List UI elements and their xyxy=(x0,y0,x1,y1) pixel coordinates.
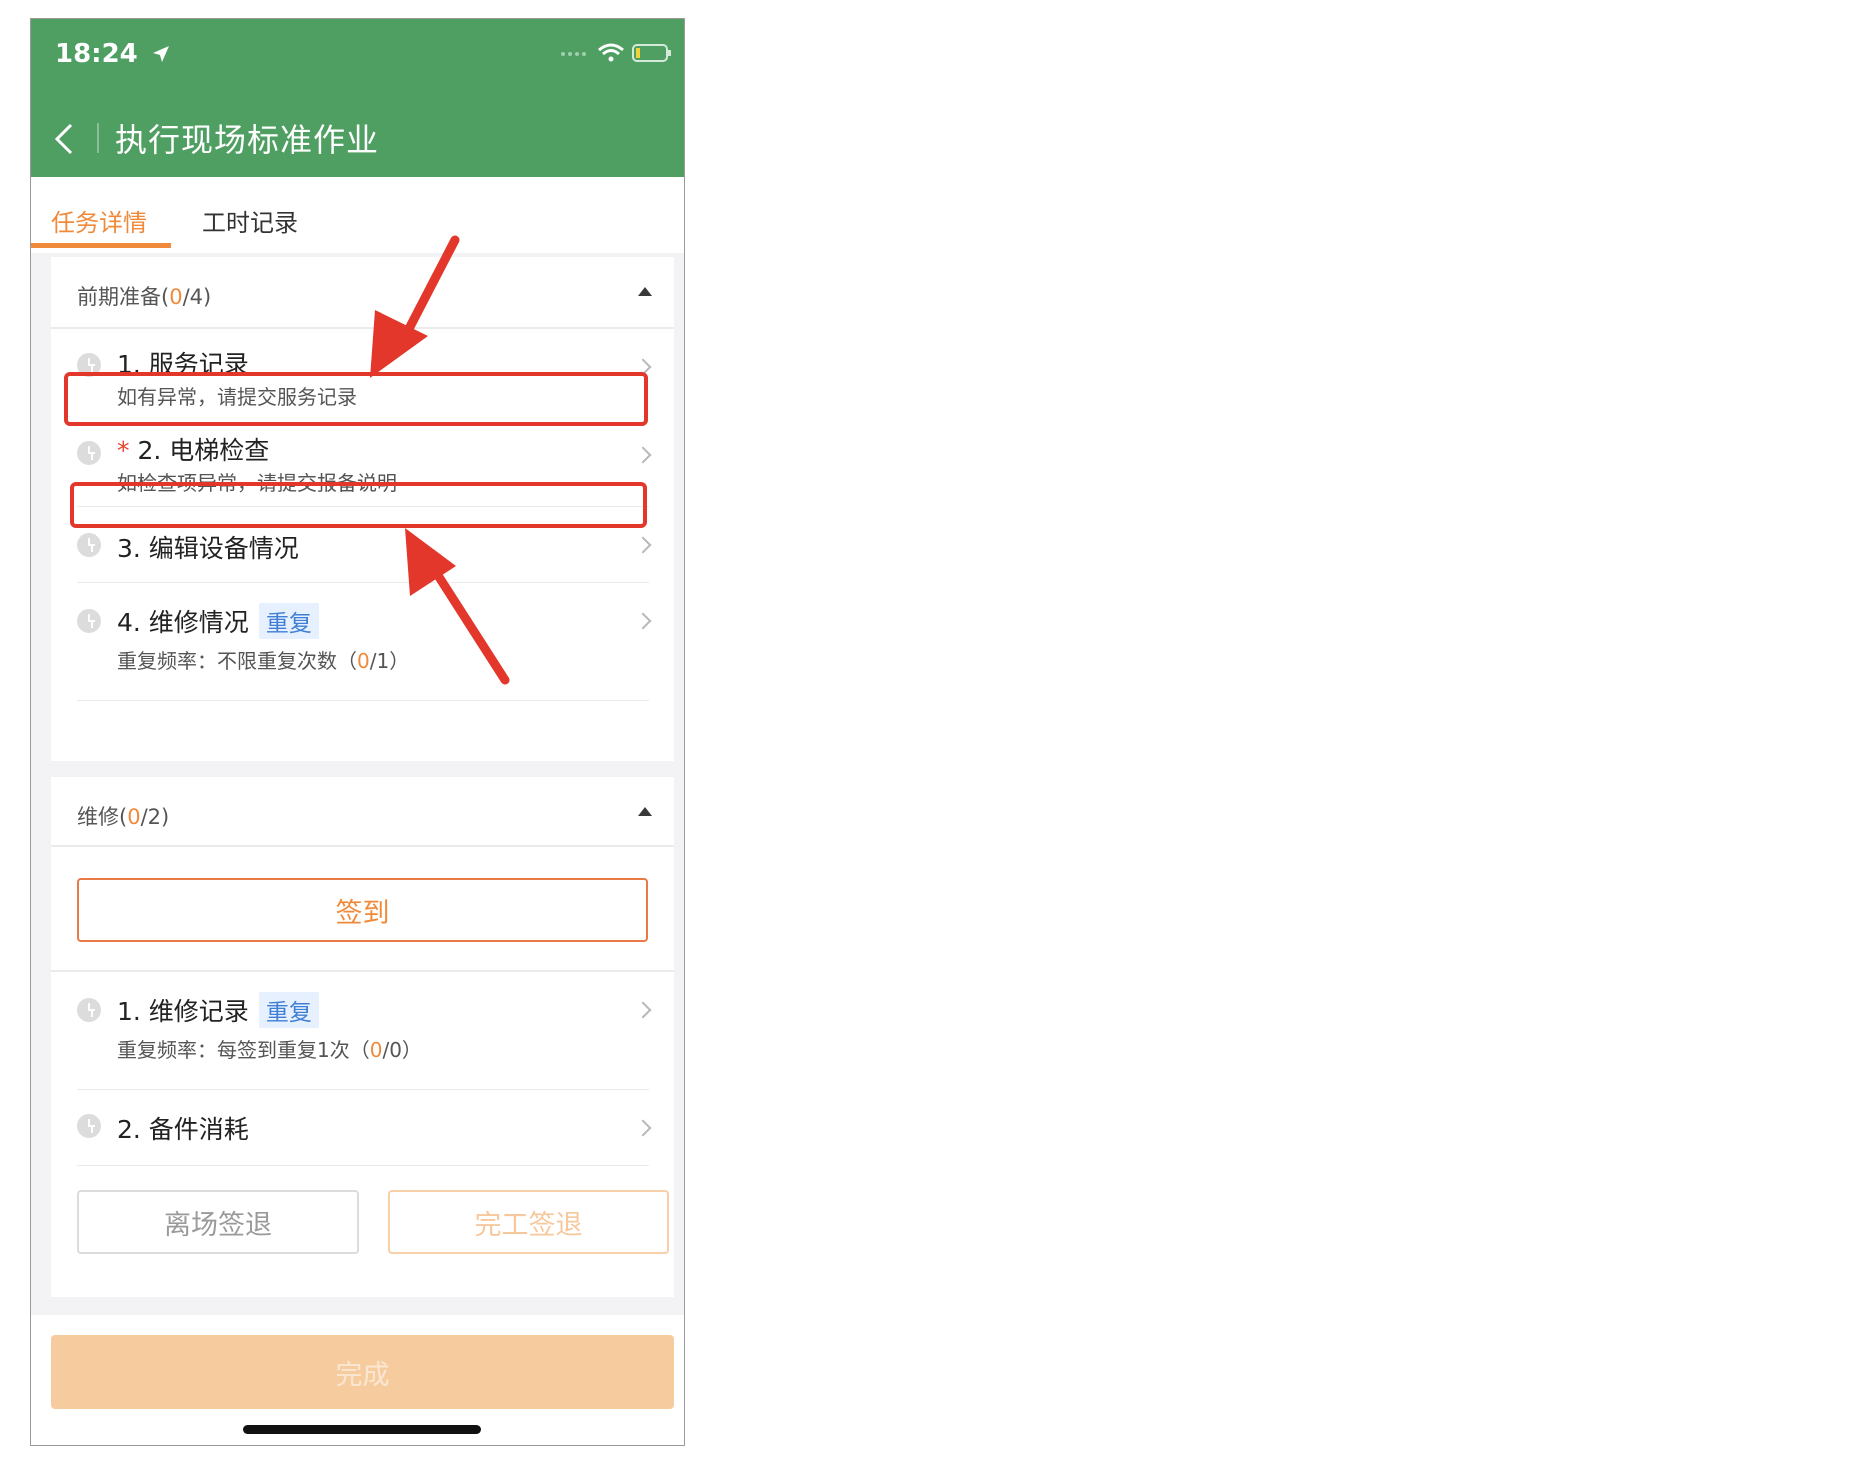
annotation-arrow-down-icon xyxy=(370,235,460,378)
annotation-arrows xyxy=(370,235,510,685)
annotation-arrow-up-icon xyxy=(405,528,510,685)
